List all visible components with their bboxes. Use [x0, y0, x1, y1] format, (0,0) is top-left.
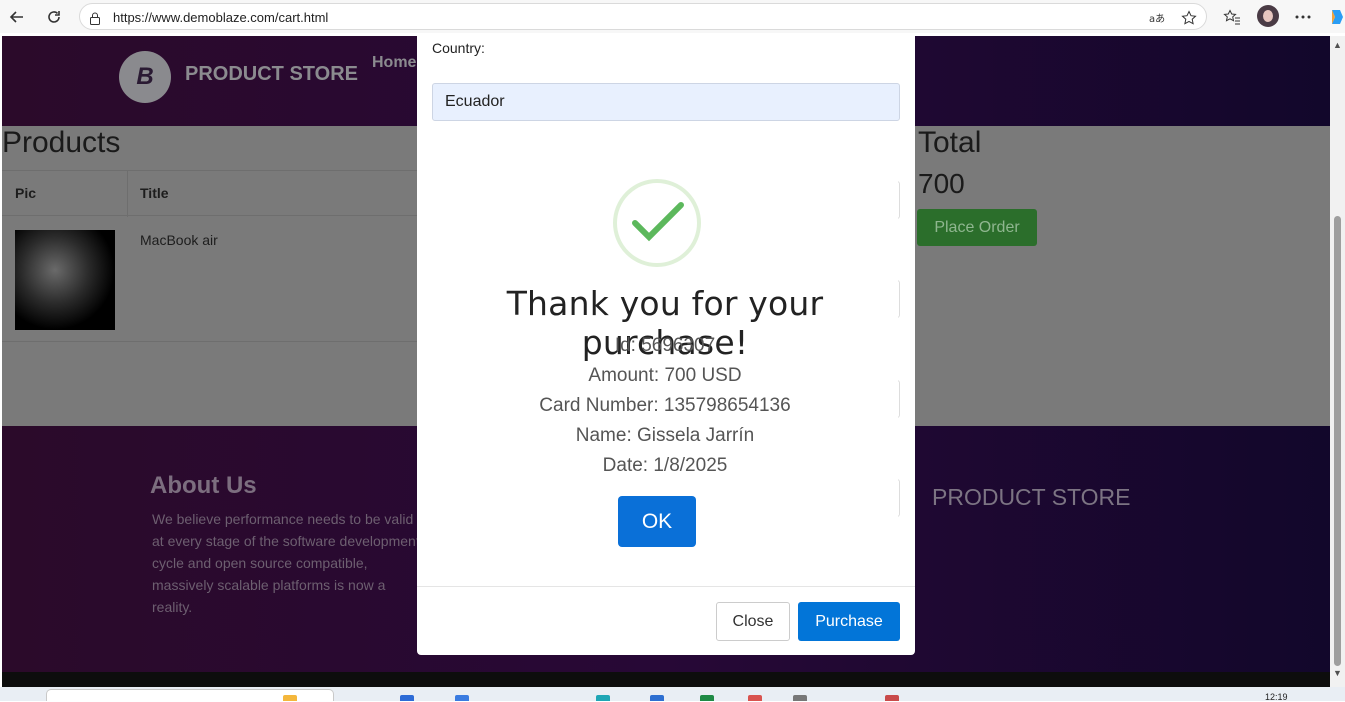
back-icon[interactable]: [6, 6, 28, 28]
purchase-button[interactable]: Purchase: [798, 602, 900, 641]
ok-button[interactable]: OK: [618, 496, 696, 547]
purchase-confirmation-dialog: Thank you for your purchase! Id: 5696307…: [432, 141, 898, 586]
lock-icon[interactable]: [86, 9, 104, 27]
taskbar-app-icon[interactable]: [400, 695, 414, 701]
taskbar-app-icon[interactable]: [283, 695, 297, 701]
url-text[interactable]: https://www.demoblaze.com/cart.html: [113, 10, 328, 25]
taskbar-app-icon[interactable]: [650, 695, 664, 701]
product-title: MacBook air: [140, 232, 218, 248]
copilot-icon[interactable]: [1328, 6, 1345, 28]
logo-letter: B: [136, 63, 154, 90]
order-card-number: Card Number: 135798654136: [539, 395, 791, 416]
taskbar-app-icon[interactable]: [596, 695, 610, 701]
page-viewport: B PRODUCT STORE Home Products Pic Title …: [0, 36, 1330, 687]
product-image: [15, 230, 115, 330]
column-header-title: Title: [140, 185, 169, 201]
place-order-button[interactable]: Place Order: [917, 209, 1037, 246]
footer-bar: [2, 672, 1330, 687]
taskbar-app-icon[interactable]: [793, 695, 807, 701]
favorites-icon[interactable]: [1221, 6, 1243, 28]
order-name: Name: Gissela Jarrín: [575, 425, 755, 446]
footer-brand: PRODUCT STORE: [932, 484, 1131, 510]
taskbar-app-icon[interactable]: [748, 695, 762, 701]
about-us-text: We believe performance needs to be valid…: [152, 511, 420, 615]
nav-home-link[interactable]: Home: [372, 54, 416, 72]
os-taskbar: 12:19: [0, 687, 1345, 702]
taskbar-app-icon[interactable]: [885, 695, 899, 701]
address-bar[interactable]: https://www.demoblaze.com/cart.html aあ: [79, 3, 1207, 30]
taskbar-app-icon[interactable]: [700, 695, 714, 701]
more-options-icon[interactable]: [1292, 6, 1314, 28]
country-input[interactable]: [432, 83, 900, 121]
about-us-heading: About Us: [150, 472, 257, 499]
page-scrollbar[interactable]: ▲ ▼: [1330, 36, 1345, 687]
profile-avatar[interactable]: [1257, 5, 1279, 27]
favorite-star-icon[interactable]: [1180, 9, 1198, 27]
order-date: Date: 1/8/2025: [602, 455, 728, 476]
column-divider: [127, 171, 128, 217]
brand-name[interactable]: PRODUCT STORE: [185, 63, 358, 86]
modal-footer: Close Purchase: [417, 586, 915, 655]
browser-toolbar: https://www.demoblaze.com/cart.html aあ: [0, 0, 1345, 33]
svg-text:aあ: aあ: [1149, 13, 1165, 24]
country-label: Country:: [432, 40, 485, 56]
table-row: MacBook air: [2, 216, 417, 342]
order-amount: Amount: 700 USD: [588, 365, 742, 386]
scroll-down-arrow-icon[interactable]: ▼: [1333, 668, 1342, 678]
products-heading: Products: [2, 126, 121, 159]
reload-icon[interactable]: [43, 6, 65, 28]
scroll-thumb[interactable]: [1334, 216, 1341, 666]
total-heading: Total: [918, 126, 982, 159]
column-header-pic: Pic: [15, 185, 37, 201]
read-aloud-icon[interactable]: aあ: [1148, 9, 1166, 27]
brand-logo[interactable]: B: [119, 51, 171, 103]
success-check-icon: [613, 179, 701, 267]
total-value: 700: [918, 168, 965, 199]
cart-table-header: Pic Title: [2, 170, 417, 217]
order-id: Id: 5696307: [614, 335, 716, 356]
scroll-up-arrow-icon[interactable]: ▲: [1333, 40, 1342, 50]
close-button[interactable]: Close: [716, 602, 790, 641]
taskbar-app-icon[interactable]: [455, 695, 469, 701]
